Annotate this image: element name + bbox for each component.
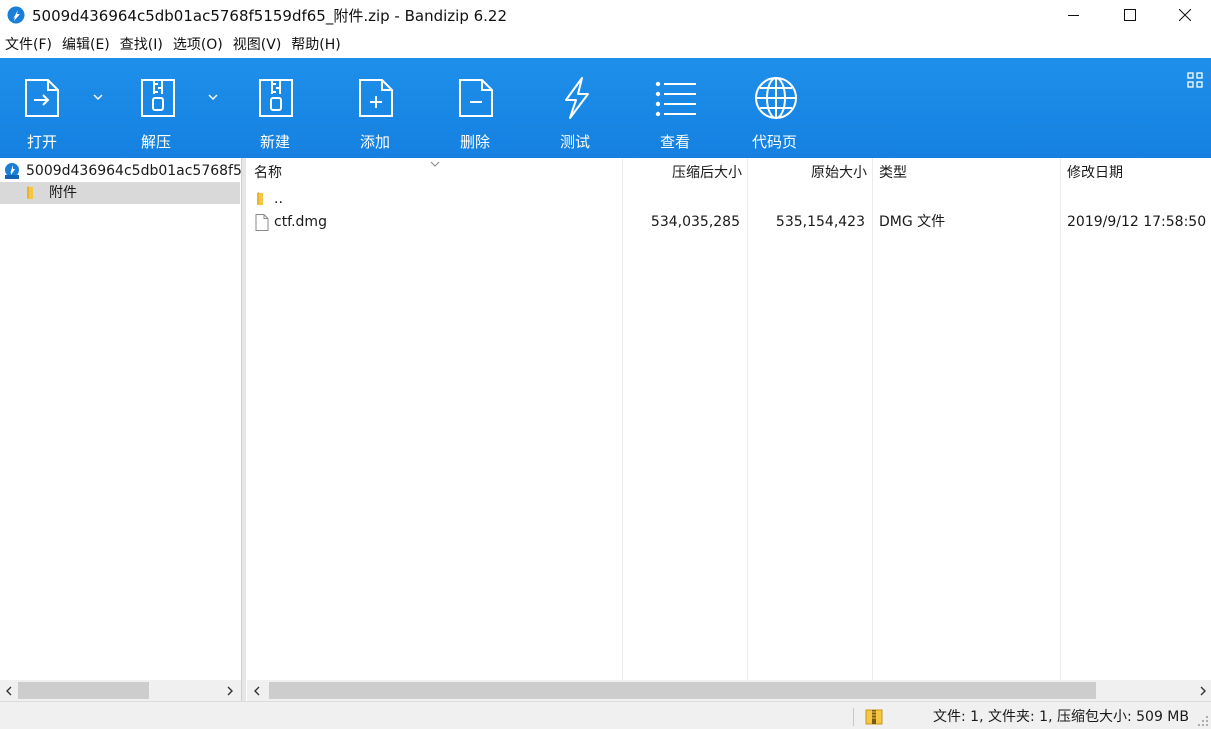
test-button[interactable]: 测试 xyxy=(532,58,618,158)
file-list: 名称 压缩后大小 原始大小 类型 修改日期 .. ctf.dmg 534,035… xyxy=(246,158,1211,680)
bandizip-app-icon xyxy=(7,6,25,24)
folder-tree: 5009d436964c5db01ac5768f5159df65_附件.zip … xyxy=(0,158,241,680)
menu-edit[interactable]: 编辑(E) xyxy=(57,32,115,58)
extract-dropdown-chevron-icon[interactable] xyxy=(206,92,220,102)
scroll-thumb[interactable] xyxy=(269,682,1096,699)
open-button[interactable]: 打开 xyxy=(0,58,86,158)
new-button[interactable]: 新建 xyxy=(232,58,318,158)
file-packed-size: 534,035,285 xyxy=(650,214,740,230)
menu-bar: 文件(F) 编辑(E) 查找(I) 选项(O) 视图(V) 帮助(H) xyxy=(0,32,1211,58)
folder-icon xyxy=(27,186,33,199)
chevron-left-icon xyxy=(253,686,259,695)
chevron-left-icon xyxy=(5,686,11,695)
new-archive-icon xyxy=(259,79,293,117)
close-button[interactable] xyxy=(1159,0,1211,30)
menu-file[interactable]: 文件(F) xyxy=(0,32,57,58)
add-label: 添加 xyxy=(360,133,391,151)
open-archive-icon xyxy=(25,79,59,117)
file-row-parent[interactable]: .. xyxy=(246,187,1211,211)
sort-chevron-icon xyxy=(430,161,440,167)
file-icon xyxy=(255,214,269,231)
menu-view[interactable]: 视图(V) xyxy=(228,32,287,58)
delete-file-icon xyxy=(459,79,493,117)
file-row-ctf-dmg[interactable]: ctf.dmg 534,035,285 535,154,423 DMG 文件 2… xyxy=(246,210,1211,234)
add-file-icon xyxy=(359,79,393,117)
chevron-right-icon xyxy=(1200,686,1206,695)
file-name: .. xyxy=(274,191,283,207)
file-modified: 2019/9/12 17:58:50 xyxy=(1067,214,1207,230)
test-label: 测试 xyxy=(560,133,591,151)
maximize-button[interactable] xyxy=(1104,0,1156,30)
tree-item-folder[interactable]: 附件 xyxy=(0,182,240,204)
folder-icon xyxy=(257,192,263,205)
close-icon xyxy=(1179,9,1191,21)
zip-archive-icon xyxy=(5,163,19,179)
column-header-original-size[interactable]: 原始大小 xyxy=(747,158,867,188)
scroll-left-button[interactable] xyxy=(0,680,17,701)
file-type: DMG 文件 xyxy=(879,214,946,230)
status-summary: 文件: 1, 文件夹: 1, 压缩包大小: 509 MB xyxy=(933,709,1189,725)
scroll-thumb[interactable] xyxy=(18,682,149,699)
delete-button[interactable]: 删除 xyxy=(432,58,518,158)
bandizip-window: 5009d436964c5db01ac5768f5159df65_附件.zip … xyxy=(0,0,1211,729)
add-button[interactable]: 添加 xyxy=(332,58,418,158)
new-label: 新建 xyxy=(260,133,291,151)
column-divider[interactable] xyxy=(747,158,748,680)
tree-horizontal-scrollbar[interactable] xyxy=(0,680,241,701)
minimize-icon xyxy=(1068,15,1079,16)
tree-folder-label: 附件 xyxy=(49,185,77,201)
layout-grid-icon[interactable] xyxy=(1187,72,1203,88)
column-header-name[interactable]: 名称 xyxy=(254,158,282,188)
tree-item-archive[interactable]: 5009d436964c5db01ac5768f5159df65_附件.zip xyxy=(0,160,241,182)
scroll-right-button[interactable] xyxy=(1194,680,1211,701)
menu-find[interactable]: 查找(I) xyxy=(115,32,168,58)
menu-options[interactable]: 选项(O) xyxy=(168,32,228,58)
file-original-size: 535,154,423 xyxy=(775,214,865,230)
view-label: 查看 xyxy=(660,133,691,151)
chevron-right-icon xyxy=(227,686,233,695)
minimize-button[interactable] xyxy=(1048,0,1100,30)
scroll-right-button[interactable] xyxy=(221,680,238,701)
extract-zipper-icon xyxy=(141,79,175,117)
archive-zipper-icon xyxy=(865,709,883,725)
window-title: 5009d436964c5db01ac5768f5159df65_附件.zip … xyxy=(32,7,508,25)
globe-icon xyxy=(755,77,797,119)
column-divider[interactable] xyxy=(872,158,873,680)
status-bar: 文件: 1, 文件夹: 1, 压缩包大小: 509 MB xyxy=(0,701,1211,729)
column-header-type[interactable]: 类型 xyxy=(879,158,907,188)
delete-label: 删除 xyxy=(460,133,491,151)
column-header-packed-size[interactable]: 压缩后大小 xyxy=(622,158,742,188)
codepage-button[interactable]: 代码页 xyxy=(732,58,818,158)
column-header-modified[interactable]: 修改日期 xyxy=(1067,158,1123,188)
title-bar: 5009d436964c5db01ac5768f5159df65_附件.zip … xyxy=(0,0,1211,30)
open-label: 打开 xyxy=(27,133,58,151)
extract-button[interactable]: 解压 xyxy=(120,58,206,158)
view-button[interactable]: 查看 xyxy=(632,58,718,158)
open-dropdown-chevron-icon[interactable] xyxy=(91,92,105,102)
maximize-icon xyxy=(1124,9,1136,21)
lightning-icon xyxy=(565,77,589,119)
file-name: ctf.dmg xyxy=(274,214,327,230)
resize-grip-icon[interactable] xyxy=(1197,715,1209,727)
menu-help[interactable]: 帮助(H) xyxy=(286,32,345,58)
status-divider xyxy=(853,708,854,726)
column-divider[interactable] xyxy=(1060,158,1061,680)
toolbar: 打开 解压 新建 添加 删除 测试 查看 代码页 xyxy=(0,58,1211,158)
list-horizontal-scrollbar[interactable] xyxy=(247,680,1211,701)
scroll-left-button[interactable] xyxy=(248,680,265,701)
column-divider[interactable] xyxy=(622,158,623,680)
extract-label: 解压 xyxy=(141,133,172,151)
list-view-icon xyxy=(655,81,696,117)
tree-archive-label: 5009d436964c5db01ac5768f5159df65_附件.zip xyxy=(26,163,241,179)
codepage-label: 代码页 xyxy=(752,133,798,151)
